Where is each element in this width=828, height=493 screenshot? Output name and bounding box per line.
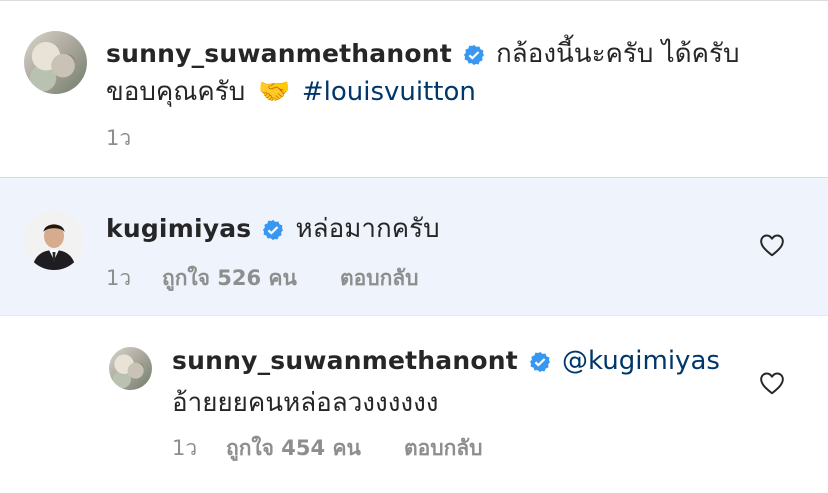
comment-line: kugimiyas หล่อมากครับ: [106, 208, 440, 249]
comment-avatar[interactable]: [24, 210, 84, 270]
caption-text-line2: ขอบคุณครับ: [106, 77, 246, 107]
post-caption: sunny_suwanmethanont กล้องนี้นะครับ ได้ค…: [0, 1, 828, 178]
comment-item: kugimiyas หล่อมากครับ 1ว ถูกใจ 526 คน ตอ…: [0, 178, 828, 316]
handshake-emoji: 🤝: [258, 77, 291, 107]
caption-username[interactable]: sunny_suwanmethanont: [106, 39, 452, 68]
comment-text: หล่อมากครับ: [295, 214, 440, 244]
reply-avatar[interactable]: [109, 347, 152, 390]
reply-likes[interactable]: ถูกใจ 454 คน: [226, 432, 361, 465]
comment-username[interactable]: kugimiyas: [106, 214, 251, 243]
comment-time: 1ว: [106, 266, 132, 290]
reply-button[interactable]: ตอบกลับ: [340, 262, 419, 295]
verified-badge-icon: [529, 351, 551, 373]
caption-avatar[interactable]: [24, 31, 87, 94]
mention-link[interactable]: @kugimiyas: [562, 346, 720, 376]
heart-outline-icon[interactable]: [759, 371, 785, 395]
heart-outline-icon[interactable]: [759, 233, 785, 257]
reply-item: sunny_suwanmethanont @kugimiyas อ้ายยยคน…: [0, 316, 828, 493]
caption-time: 1ว: [106, 126, 132, 150]
reply-time: 1ว: [172, 436, 198, 460]
caption-line-1: sunny_suwanmethanont กล้องนี้นะครับ ได้ค…: [106, 33, 740, 74]
caption-line-2: ขอบคุณครับ 🤝 #louisvuitton: [106, 71, 476, 112]
comment-likes[interactable]: ถูกใจ 526 คน: [162, 262, 297, 295]
reply-username[interactable]: sunny_suwanmethanont: [172, 346, 518, 375]
reply-line-1: sunny_suwanmethanont @kugimiyas: [172, 346, 720, 376]
reply-text: อ้ายยยคนหล่อลวงงงงงง: [172, 388, 439, 418]
verified-badge-icon: [262, 219, 284, 241]
caption-text-line1: กล้องนี้นะครับ ได้ครับ: [496, 39, 740, 69]
verified-badge-icon: [463, 44, 485, 66]
reply-reply-button[interactable]: ตอบกลับ: [404, 432, 483, 465]
reply-line-2: อ้ายยยคนหล่อลวงงงงงง: [172, 382, 438, 423]
hashtag-link[interactable]: #louisvuitton: [302, 77, 476, 107]
person-avatar-icon: [24, 210, 84, 270]
